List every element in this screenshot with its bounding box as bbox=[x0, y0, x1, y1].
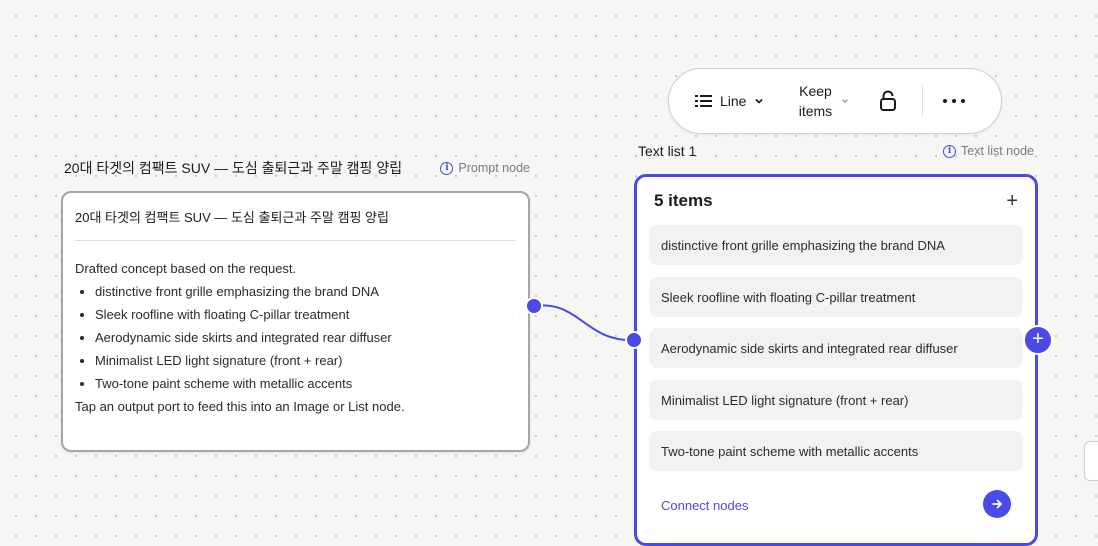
prompt-node-title[interactable]: 20대 타겟의 컴팩트 SUV — 도심 출퇴근과 주말 캠핑 양립 bbox=[64, 158, 402, 178]
toolbar-divider bbox=[922, 86, 924, 116]
line-style-dropdown[interactable]: Line bbox=[695, 93, 764, 109]
prompt-card-body: Drafted concept based on the request. di… bbox=[75, 260, 516, 415]
more-options-button[interactable] bbox=[943, 99, 966, 103]
info-icon: i bbox=[943, 144, 957, 158]
list-card-header: 5 items + bbox=[637, 177, 1035, 211]
prompt-bullet: distinctive front grille emphasizing the… bbox=[95, 283, 516, 300]
chevron-down-icon bbox=[842, 99, 849, 103]
side-panel-handle[interactable] bbox=[1084, 441, 1098, 481]
list-item[interactable]: Minimalist LED light signature (front + … bbox=[649, 380, 1023, 420]
arrow-right-icon bbox=[992, 499, 1002, 509]
item-count: 5 items bbox=[654, 191, 713, 210]
node-canvas[interactable]: 20대 타겟의 컴팩트 SUV — 도심 출퇴근과 주말 캠핑 양립 i Pro… bbox=[0, 0, 1098, 546]
keep-items-dropdown[interactable]: Keep items bbox=[796, 81, 850, 121]
prompt-bullet: Aerodynamic side skirts and integrated r… bbox=[95, 329, 516, 346]
proceed-button[interactable] bbox=[983, 490, 1011, 518]
list-item[interactable]: Aerodynamic side skirts and integrated r… bbox=[649, 328, 1023, 368]
list-node-title[interactable]: Text list 1 bbox=[638, 143, 696, 159]
lock-toggle-button[interactable] bbox=[878, 90, 898, 112]
add-node-button[interactable]: + bbox=[1023, 325, 1053, 355]
text-list-node-card[interactable]: 5 items + distinctive front grille empha… bbox=[634, 174, 1038, 546]
list-input-port[interactable] bbox=[625, 331, 643, 349]
info-icon: i bbox=[440, 161, 454, 175]
list-item[interactable]: Sleek roofline with floating C-pillar tr… bbox=[649, 277, 1023, 317]
keep-items-label: Keep items bbox=[798, 83, 833, 119]
add-item-button[interactable]: + bbox=[1006, 191, 1018, 211]
prompt-bullet: Minimalist LED light signature (front + … bbox=[95, 352, 516, 369]
prompt-node-type-label: Prompt node bbox=[458, 161, 530, 175]
prompt-output-port[interactable] bbox=[525, 297, 543, 315]
prompt-bullet: Two-tone paint scheme with metallic acce… bbox=[95, 375, 516, 392]
list-lines-icon bbox=[695, 94, 712, 108]
list-item[interactable]: Two-tone paint scheme with metallic acce… bbox=[649, 431, 1023, 471]
list-node-type-label: Text list node bbox=[961, 144, 1034, 158]
prompt-footer: Tap an output port to feed this into an … bbox=[75, 399, 405, 414]
chevron-down-icon bbox=[755, 98, 764, 104]
node-toolbar: Line Keep items bbox=[668, 68, 1002, 134]
prompt-node-card[interactable]: 20대 타겟의 컴팩트 SUV — 도심 출퇴근과 주말 캠핑 양립 Draft… bbox=[61, 191, 530, 452]
prompt-node-header: 20대 타겟의 컴팩트 SUV — 도심 출퇴근과 주말 캠핑 양립 i Pro… bbox=[64, 158, 530, 178]
list-item[interactable]: distinctive front grille emphasizing the… bbox=[649, 225, 1023, 265]
prompt-card-title: 20대 타겟의 컴팩트 SUV — 도심 출퇴근과 주말 캠핑 양립 bbox=[75, 207, 516, 241]
prompt-intro: Drafted concept based on the request. bbox=[75, 261, 297, 276]
line-style-label: Line bbox=[720, 93, 747, 109]
lock-open-icon bbox=[880, 90, 897, 111]
connect-nodes-link[interactable]: Connect nodes bbox=[661, 498, 748, 513]
list-node-type: i Text list node bbox=[943, 144, 1034, 158]
prompt-bullet: Sleek roofline with floating C-pillar tr… bbox=[95, 306, 516, 323]
list-node-header: Text list 1 i Text list node bbox=[638, 143, 1034, 159]
more-dots-icon bbox=[943, 99, 948, 103]
prompt-node-type: i Prompt node bbox=[440, 161, 530, 175]
prompt-bullet-list: distinctive front grille emphasizing the… bbox=[75, 283, 516, 392]
